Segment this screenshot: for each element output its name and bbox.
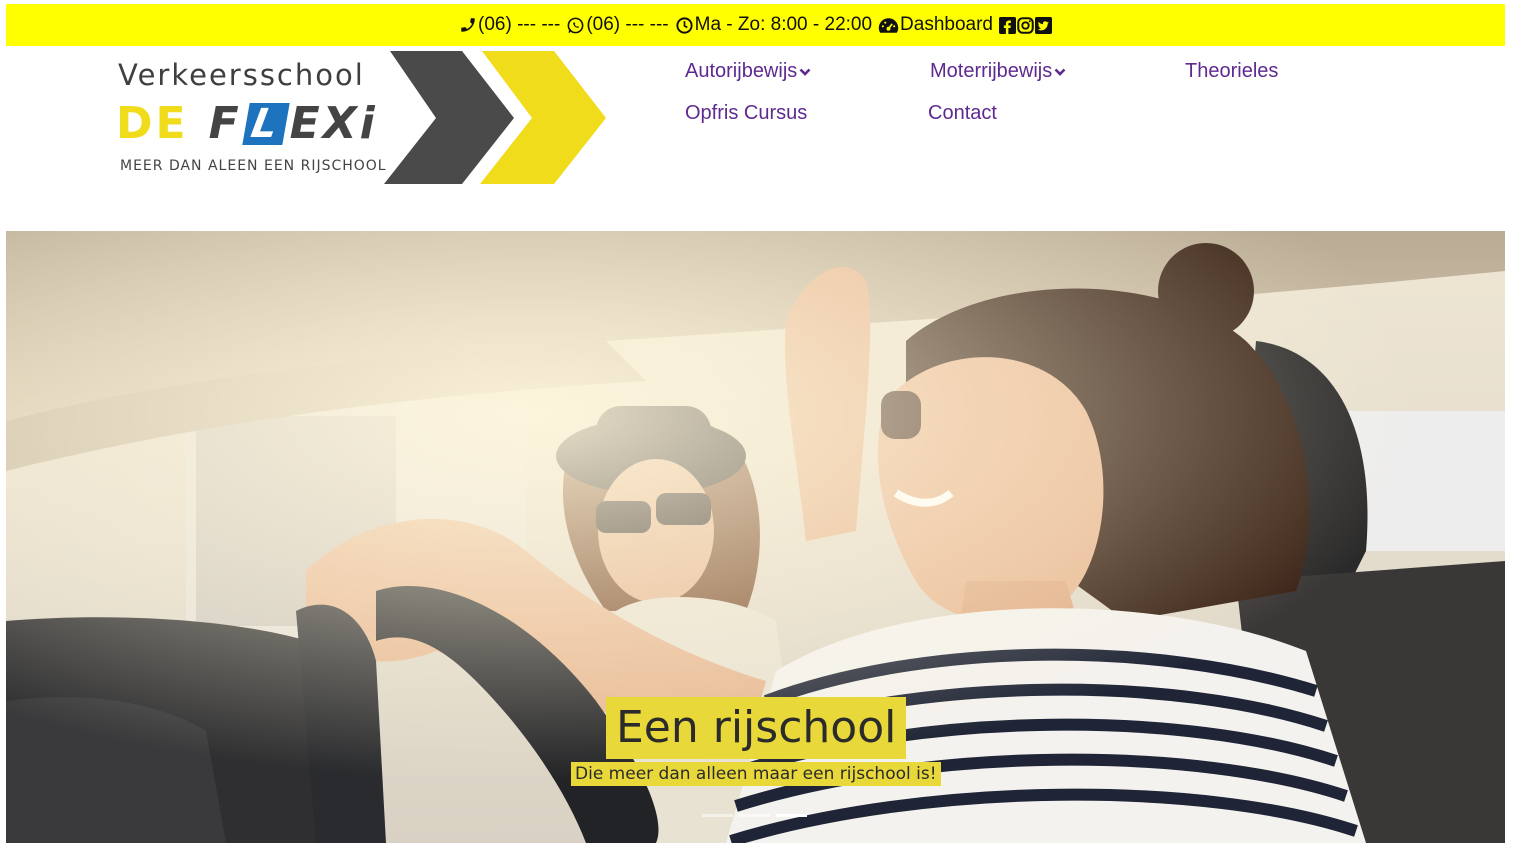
instagram-icon[interactable] — [1017, 16, 1034, 34]
carousel-indicators — [702, 814, 807, 817]
nav-moterrijbewijs[interactable]: Moterrijbewijs — [930, 60, 1066, 83]
nav-theorieles-label: Theorieles — [1185, 60, 1279, 82]
hero-carousel[interactable]: Een rijschool Die meer dan alleen maar e… — [6, 231, 1505, 843]
dashboard-icon — [878, 16, 899, 35]
dashboard-link[interactable]: Dashboard — [878, 14, 993, 36]
logo-chevrons-icon — [384, 51, 606, 184]
carousel-indicator-1[interactable] — [702, 814, 733, 817]
chevron-down-icon — [1054, 67, 1066, 77]
logo-brand: DE F L EXi — [116, 98, 378, 149]
nav-autorijbewijs-label: Autorijbewijs — [685, 60, 798, 82]
logo-de: DE — [116, 98, 189, 149]
nav-moterrijbewijs-label: Moterrijbewijs — [930, 60, 1053, 82]
whatsapp-icon — [566, 16, 585, 35]
whatsapp-number: (06) --- --- — [586, 14, 669, 35]
hero-subtitle: Die meer dan alleen maar een rijschool i… — [571, 762, 941, 786]
nav-theorieles[interactable]: Theorieles — [1185, 60, 1278, 83]
social-links — [999, 16, 1052, 34]
nav-contact[interactable]: Contact — [928, 102, 997, 125]
logo-tagline: MEER DAN ALEEN EEN RIJSCHOOL — [120, 158, 387, 174]
logo-exi: EXi — [289, 98, 378, 149]
clock-icon — [675, 16, 694, 35]
logo-school-name: Verkeersschool — [118, 58, 365, 92]
phone-icon — [459, 16, 477, 34]
hours-text: Ma - Zo: 8:00 - 22:00 — [694, 14, 873, 35]
nav-contact-label: Contact — [928, 102, 997, 124]
logo-l-plate: L — [241, 101, 290, 147]
facebook-icon[interactable] — [999, 16, 1016, 34]
whatsapp-link[interactable]: (06) --- --- — [566, 14, 669, 36]
nav-opfris-cursus-label: Opfris Cursus — [685, 102, 808, 124]
top-contact-bar: (06) --- --- (06) --- --- Ma - Zo: 8:00 … — [6, 4, 1505, 46]
chevron-down-icon — [799, 67, 811, 77]
site-logo[interactable]: Verkeersschool DE F L EXi MEER DAN ALEEN… — [112, 48, 612, 188]
phone-number: (06) --- --- — [478, 14, 561, 35]
twitter-icon[interactable] — [1035, 16, 1052, 34]
nav-opfris-cursus[interactable]: Opfris Cursus — [685, 102, 807, 125]
nav-autorijbewijs[interactable]: Autorijbewijs — [685, 60, 811, 83]
logo-f: F — [208, 98, 242, 149]
carousel-indicator-2[interactable] — [739, 814, 770, 817]
dashboard-label: Dashboard — [900, 14, 993, 35]
carousel-indicator-3[interactable] — [776, 814, 807, 817]
opening-hours: Ma - Zo: 8:00 - 22:00 — [675, 14, 872, 36]
logo-flexi: F L EXi — [209, 98, 378, 149]
hero-title: Een rijschool — [606, 697, 907, 759]
phone-link[interactable]: (06) --- --- — [459, 14, 560, 36]
